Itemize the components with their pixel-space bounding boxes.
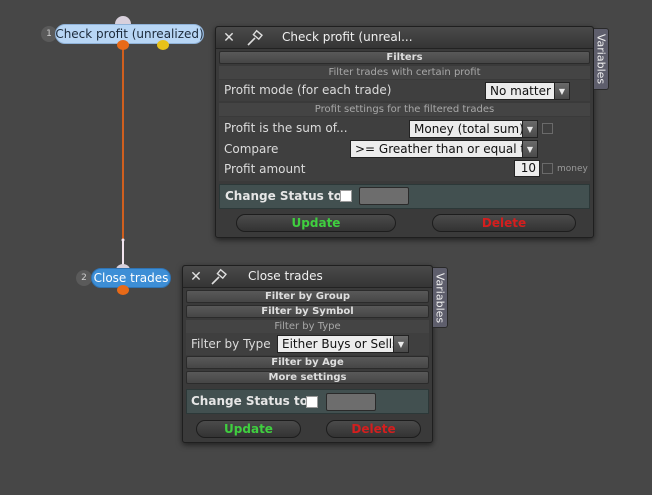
section-filter-symbol[interactable]: Filter by Symbol	[186, 305, 429, 318]
chevron-down-icon[interactable]: ▼	[522, 120, 538, 138]
variables-tab-label: Variables	[433, 272, 447, 323]
node2-number: 2	[76, 270, 92, 286]
section-more-settings[interactable]: More settings	[186, 371, 429, 384]
change-status-checkbox[interactable]	[340, 190, 352, 202]
money-label: money	[557, 164, 588, 174]
update-button[interactable]: Update	[196, 420, 301, 438]
chevron-down-icon[interactable]: ▼	[393, 335, 409, 353]
change-status-label: Change Status to	[191, 394, 308, 408]
change-status-label: Change Status to	[225, 189, 342, 203]
panel-titlebar[interactable]: ✕ Check profit (unreal...	[216, 27, 593, 49]
close-icon[interactable]: ✕	[188, 269, 204, 285]
profit-sum-select[interactable]: Money (total sum)	[409, 120, 524, 138]
profit-amount-label: Profit amount	[224, 162, 306, 176]
subheader-profit-settings: Profit settings for the filtered trades	[219, 103, 590, 116]
node1-yellow-port[interactable]	[157, 40, 169, 50]
variables-tab[interactable]: Variables	[433, 267, 448, 328]
compare-label: Compare	[224, 142, 279, 156]
subheader-filter-trades: Filter trades with certain profit	[219, 66, 590, 79]
status-color-field[interactable]	[359, 187, 409, 205]
pin-icon[interactable]	[209, 268, 229, 286]
panel-titlebar[interactable]: ✕ Close trades	[183, 266, 432, 288]
subheader-filter-type: Filter by Type	[186, 320, 429, 333]
close-trades-panel: ✕ Close trades Filter by Group Filter by…	[182, 265, 433, 443]
filter-type-label: Filter by Type	[191, 337, 271, 351]
node1-output-port[interactable]	[117, 40, 129, 50]
panel-title: Close trades	[248, 269, 323, 283]
section-filters[interactable]: Filters	[219, 51, 590, 64]
variables-tab-label: Variables	[594, 33, 608, 85]
node2-output-port[interactable]	[117, 285, 129, 295]
update-button[interactable]: Update	[236, 214, 396, 232]
variables-tab[interactable]: Variables	[594, 28, 609, 90]
profit-mode-select[interactable]: No matter	[485, 82, 555, 100]
change-status-checkbox[interactable]	[306, 396, 318, 408]
status-color-field[interactable]	[326, 393, 376, 411]
compare-select[interactable]: >= Greather than or equal to	[350, 140, 532, 158]
close-icon[interactable]: ✕	[221, 30, 237, 46]
profit-sum-label: Profit is the sum of...	[224, 121, 348, 135]
profit-mode-label: Profit mode (for each trade)	[224, 83, 392, 97]
pin-icon[interactable]	[245, 29, 265, 47]
check-profit-panel: ✕ Check profit (unreal... Filters Filter…	[215, 26, 594, 238]
node1-label[interactable]: Check profit (unrealized)	[55, 24, 204, 44]
delete-button[interactable]: Delete	[326, 420, 421, 438]
section-filter-age[interactable]: Filter by Age	[186, 356, 429, 369]
chevron-down-icon[interactable]: ▼	[522, 140, 538, 158]
money-checkbox[interactable]	[542, 163, 553, 174]
section-filter-group[interactable]: Filter by Group	[186, 290, 429, 303]
profit-sum-checkbox[interactable]	[542, 123, 553, 134]
chevron-down-icon[interactable]: ▼	[554, 82, 570, 100]
delete-button[interactable]: Delete	[432, 214, 576, 232]
node2-label[interactable]: Close trades	[91, 268, 171, 288]
profit-amount-input[interactable]: 10	[514, 160, 540, 177]
filter-type-select[interactable]: Either Buys or Sells	[277, 335, 398, 353]
panel-title: Check profit (unreal...	[282, 30, 413, 44]
